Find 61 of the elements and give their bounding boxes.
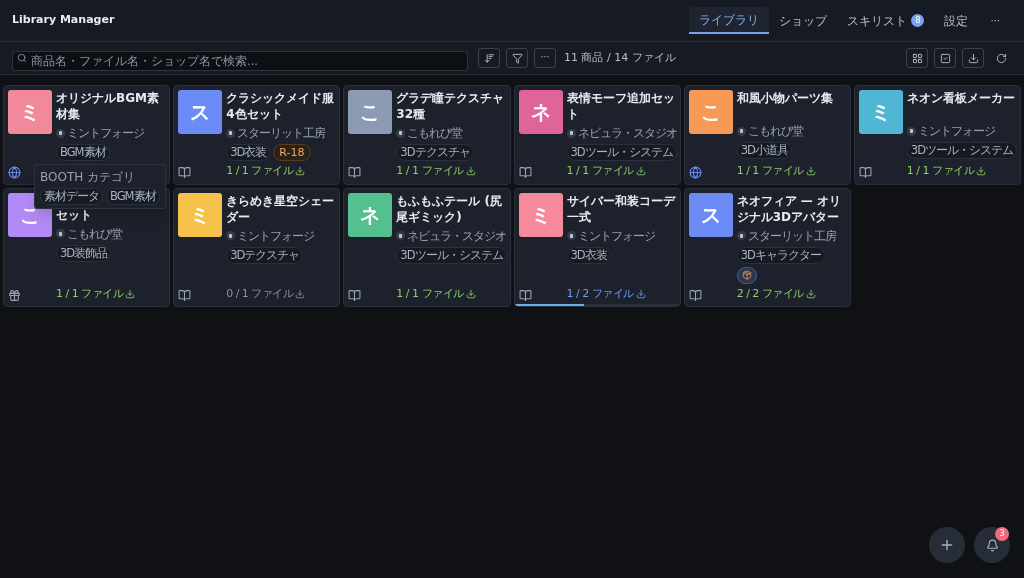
- product-thumbnail: ネ: [348, 192, 393, 237]
- category-tag: 3Dテクスチャ: [396, 144, 474, 161]
- file-count: 1 / 1 ファイル: [396, 163, 464, 179]
- count-badge: 8: [911, 14, 925, 27]
- product-title: きらめき星空シェーダー: [226, 192, 336, 225]
- product-thumbnail: こ: [348, 90, 393, 134]
- shop-name: ネビュラ・スタジオ: [407, 227, 507, 245]
- summary-text: 11 商品 / 14 ファイル: [564, 49, 676, 66]
- product-title: 和風小物パーツ集: [736, 90, 834, 106]
- product-title: もふもふテール (尻尾ギミック): [396, 192, 503, 225]
- rating-tag: R-18: [273, 144, 311, 161]
- file-count: 1 / 1 ファイル: [906, 163, 975, 179]
- product-title: サイバー和装コーデ一式: [566, 192, 676, 225]
- category-tag: BGM素材: [106, 188, 160, 205]
- shop-name: スターリット工房: [747, 227, 836, 245]
- product-thumbnail: ミ: [518, 192, 563, 237]
- category-tag: 3D小道具: [736, 142, 792, 159]
- category-tag: 3Dツール・システム: [906, 142, 1017, 159]
- product-title: クラシックメイド服 4色セット: [226, 90, 336, 122]
- notification-badge: 3: [995, 527, 1009, 541]
- shop-name: こもれび堂: [407, 125, 463, 142]
- category-tag: 3D衣装: [226, 144, 271, 161]
- product-thumbnail: ス: [178, 90, 223, 134]
- category-tag: 3Dツール・システム: [396, 246, 507, 264]
- product-title: 表情モーフ追加セット: [566, 90, 676, 122]
- shop-name: ネビュラ・スタジオ: [577, 125, 677, 142]
- file-count: 1 / 1 ファイル: [736, 163, 804, 179]
- file-count: 2 / 2 ファイル: [736, 285, 804, 302]
- product-thumbnail: ネ: [518, 90, 563, 134]
- product-title: グラデ瞳テクスチャ 32種: [396, 90, 506, 122]
- category-tag: 3Dキャラクター: [736, 246, 825, 264]
- shop-name: こもれび堂: [67, 225, 122, 243]
- category-tag: 3Dツール・システム: [566, 144, 677, 161]
- product-thumbnail: ミ: [858, 90, 903, 134]
- shop-name: スターリット工房: [237, 125, 326, 142]
- category-tag: 3D装飾品: [56, 244, 112, 262]
- file-count: 0 / 1 ファイル: [226, 285, 294, 302]
- app-title: Library Manager: [12, 12, 115, 29]
- product-title: ネオフィア — オリジナル3Dアバター: [736, 192, 842, 225]
- shop-name: ミントフォージ: [577, 227, 655, 245]
- shop-name: ミントフォージ: [917, 123, 995, 140]
- tooltip-title: BOOTH カテゴリ: [40, 169, 137, 186]
- product-title: オリジナルBGM素材集: [56, 90, 160, 122]
- file-count: 1 / 1 ファイル: [226, 163, 294, 179]
- category-tag: 3D衣装: [566, 246, 611, 264]
- file-count: 1 / 1 ファイル: [566, 163, 634, 179]
- file-count: 1 / 1 ファイル: [396, 285, 464, 302]
- file-count: 1 / 1 ファイル: [56, 285, 124, 302]
- shop-name: ミントフォージ: [67, 125, 144, 142]
- product-thumbnail: こ: [688, 90, 733, 134]
- category-tag: 3Dテクスチャ: [226, 246, 304, 264]
- category-tag: 素材データ: [40, 188, 103, 205]
- product-thumbnail: ミ: [178, 192, 223, 237]
- file-count: 1 / 2 ファイル: [566, 285, 634, 302]
- product-title: ネオン看板メーカー: [906, 90, 1016, 106]
- product-thumbnail: ス: [688, 192, 733, 237]
- product-title: セット: [56, 206, 92, 223]
- product-thumbnail: ミ: [8, 90, 52, 134]
- shop-name: ミントフォージ: [237, 227, 315, 245]
- category-tag: BGM素材: [56, 144, 110, 161]
- shop-name: こもれび堂: [747, 123, 803, 140]
